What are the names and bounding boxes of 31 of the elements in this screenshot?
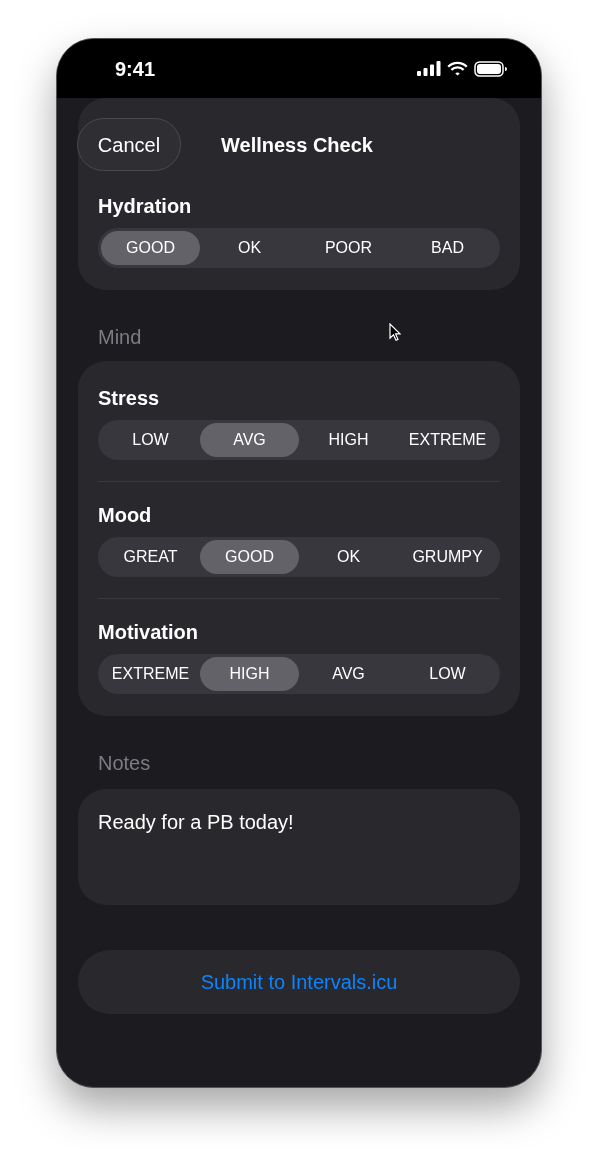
segment-option[interactable]: OK (200, 231, 299, 265)
section-heading: Mind (98, 325, 142, 349)
notes-field[interactable]: Ready for a PB today! (78, 789, 520, 905)
segment-option[interactable]: EXTREME (398, 423, 497, 457)
segment-option[interactable]: LOW (101, 423, 200, 457)
segment-option[interactable]: POOR (299, 231, 398, 265)
segment-option[interactable]: OK (299, 540, 398, 574)
segment-option[interactable]: BAD (398, 231, 497, 265)
field-label: Mood (98, 503, 153, 527)
status-time: 9:41 (115, 56, 156, 82)
mouse-pointer-icon (389, 323, 401, 342)
sheet-title: Wellness Check (221, 132, 373, 158)
segment-option[interactable]: HIGH (299, 423, 398, 457)
segment-option[interactable]: AVG (200, 423, 299, 457)
segment-option[interactable]: GOOD (200, 540, 299, 574)
signal-icon (417, 61, 441, 76)
battery-icon (474, 60, 507, 77)
wifi-icon (447, 61, 468, 76)
segment-option[interactable]: AVG (299, 657, 398, 691)
field-label: Motivation (98, 620, 199, 644)
field-label: Stress (98, 386, 161, 410)
submit-button[interactable]: Submit to Intervals.icu (78, 950, 520, 1014)
segment-option[interactable]: HIGH (200, 657, 299, 691)
field-label: Hydration (98, 194, 193, 218)
segment-option[interactable]: LOW (398, 657, 497, 691)
section-heading: Notes (98, 751, 151, 775)
segment-option[interactable]: EXTREME (101, 657, 200, 691)
segment-option[interactable]: GRUMPY (398, 540, 497, 574)
segment-option[interactable]: GOOD (101, 231, 200, 265)
segment-option[interactable]: GREAT (101, 540, 200, 574)
cancel-button[interactable]: Cancel (77, 118, 181, 171)
